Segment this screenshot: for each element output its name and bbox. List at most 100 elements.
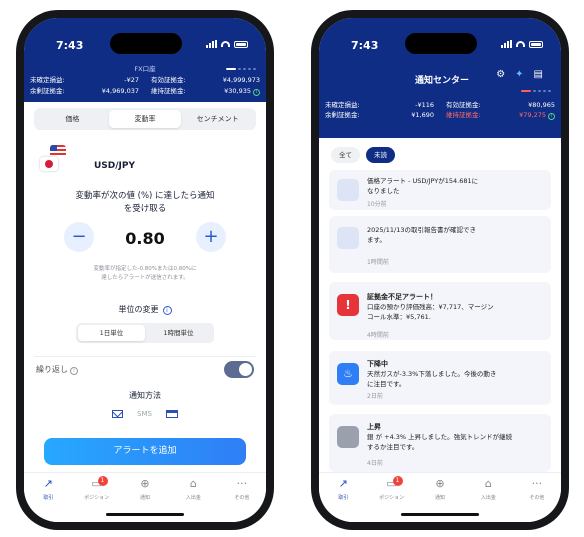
home-indicator [401,513,479,516]
unrealized-label: 未確定損益: [325,101,360,109]
tab-change-rate[interactable]: 変動率 [108,110,182,128]
maintenance-label: 維持証拠金: [446,111,481,119]
notification-item[interactable]: ♨ 下降中 天然ガスが-3.3%下落しました。今後の動き に注目です。 2日前 [329,351,551,405]
briefcase-icon: ▭ [91,477,102,490]
hint-line: 達したらアラートが送信されます。 [101,275,189,281]
notification-line: 2025/11/13の取引報告書が確認でき [367,226,476,234]
account-header: 7:43 FX口座 未確定損益: -¥27 有効証拠金: ¥4,999,973 余剰… [24,18,266,102]
notification-title: 下降中 [367,360,388,368]
notification-line: ます。 [367,236,386,244]
repeat-toggle[interactable] [224,361,254,378]
notification-line: 天然ガスが-3.3%下落しました。今後の動き [367,370,497,378]
account-summary[interactable]: FX口座 未確定損益: -¥27 有効証拠金: ¥4,999,973 余剰証拠金: ¥… [24,64,266,97]
notification-line: 銀 が +4.3% 上昇しました。強気トレンドが継続 [367,433,513,441]
surplus-value: ¥1,690 [411,111,434,119]
notification-item[interactable]: 価格アラート - USD/JPYが154.681に なりました 10分前 [329,170,551,210]
notification-item[interactable]: 2025/11/13の取引報告書が確認でき ます。 1時間前 [329,216,551,273]
tab-sentiment[interactable]: センチメント [181,110,254,128]
account-summary[interactable]: 未確定損益: -¥116 有効証拠金: ¥80,965 余剰証拠金: ¥1,690 維… [319,100,561,120]
alert-prompt: 変動率が次の値 (%) に達したら通知 を受け取る [44,190,246,216]
more-icon: ··· [236,477,248,490]
repeat-row: 繰り返し i [36,364,78,375]
notification-title: 上昇 [367,423,381,431]
system-icons [206,40,248,48]
unrealized-value: -¥27 [124,76,139,84]
home-indicator [106,513,184,516]
more-icon: ··· [531,477,543,490]
info-icon[interactable]: i [548,113,555,120]
notification-item[interactable]: ! 証拠金不足アラート！ 口座の預かり評価残高：¥7,717、マージン コール水… [329,282,551,340]
rate-hint: 変動率が指定した-0.80%または0.80%に 達したらアラートが送信されます。 [48,265,242,283]
tab-trade[interactable]: ↗ 取引 [319,477,367,522]
header-actions: ⚙ ✦ ▤ [496,69,543,80]
maintenance-value: ¥30,935 [224,87,251,95]
chart-icon: ↗ [43,477,53,490]
push-icon[interactable] [165,410,178,418]
add-alert-button[interactable]: アラートを追加 [44,438,246,465]
notification-time: 10分前 [367,201,387,208]
tab-label: 取引 [338,495,349,501]
unit-hourly[interactable]: 1時間単位 [145,325,212,341]
notification-text: 価格アラート - USD/JPYが154.681に なりました [367,176,541,196]
notification-time: 2日前 [367,393,383,400]
wifi-icon [516,41,525,47]
method-label: 通知方法 [129,391,161,400]
megaphone-icon [337,179,359,201]
unrealized-value: -¥116 [415,101,434,109]
maintenance-value: ¥79,275 [519,111,546,119]
currency-pair: USD/JPY [94,161,136,171]
notification-item[interactable]: 上昇 銀 が +4.3% 上昇しました。強気トレンドが継続 するか注目です。 4… [329,414,551,472]
notification-line: するか注目です。 [367,443,419,451]
mail-icon[interactable] [112,410,124,418]
increment-button[interactable]: + [196,222,226,252]
unit-daily[interactable]: 1日単位 [78,325,145,341]
battery-icon [234,40,248,48]
change-rate-value[interactable]: 0.80 [94,229,196,248]
phone-left: 7:43 FX口座 未確定損益: -¥27 有効証拠金: ¥4,999,973 余剰… [16,10,274,530]
gold-icon [337,426,359,448]
globe-icon: ⊕ [435,477,445,490]
gear-icon[interactable]: ⚙ [496,69,505,80]
status-time: 7:43 [56,39,84,52]
tab-label: 通知 [435,495,446,501]
surplus-label: 余剰証拠金: [325,111,360,119]
signal-icon [206,40,217,48]
battery-icon [529,40,543,48]
hint-line: 変動率が指定した-0.80%または0.80%に [93,266,197,272]
tab-label: 入出金 [480,495,496,501]
tab-label: 通知 [140,495,151,501]
tab-price[interactable]: 価格 [36,110,109,128]
notification-line: 価格アラート - USD/JPYが154.681に [367,177,479,185]
filter-unread[interactable]: 未読 [366,147,395,163]
tab-more[interactable]: ··· その他 [513,477,561,522]
warning-icon: ! [337,294,359,316]
available-value: ¥4,999,973 [222,76,260,84]
available-value: ¥80,965 [528,101,555,109]
sparkle-icon[interactable]: ✦ [515,69,523,80]
tab-trade[interactable]: ↗ 取引 [24,477,72,522]
info-icon[interactable]: i [70,367,78,375]
alert-screen: 7:43 FX口座 未確定損益: -¥27 有効証拠金: ¥4,999,973 余剰… [24,18,266,522]
notification-text: 証拠金不足アラート！ 口座の預かり評価残高：¥7,717、マージン コール水準：… [367,292,541,322]
notification-line: に注目です。 [367,380,406,388]
surplus-value: ¥4,969,037 [101,87,139,95]
tab-label: その他 [529,495,545,501]
system-icons [501,40,543,48]
cards-icon[interactable]: ▤ [534,69,543,80]
filter-all[interactable]: 全て [331,147,360,163]
chart-icon: ↗ [338,477,348,490]
info-icon[interactable]: i [253,89,260,96]
info-icon[interactable]: i [162,306,172,315]
page-title: 通知センター [415,76,470,86]
notification-header: 7:43 通知センター ⚙ ✦ ▤ 未確定損益: -¥116 有効証拠金: ¥80,… [319,18,561,138]
prompt-line: 変動率が次の値 (%) に達したら通知 [75,191,215,201]
jp-flag-icon [40,157,58,171]
tab-more[interactable]: ··· その他 [218,477,266,522]
prompt-line: を受け取る [123,204,167,214]
status-time: 7:43 [351,39,379,52]
sms-option[interactable]: SMS [137,410,152,418]
page-dots [521,90,551,92]
notification-screen: 7:43 通知センター ⚙ ✦ ▤ 未確定損益: -¥116 有効証拠金: ¥80,… [319,18,561,522]
decrement-button[interactable]: − [64,222,94,252]
tab-label: その他 [234,495,250,501]
